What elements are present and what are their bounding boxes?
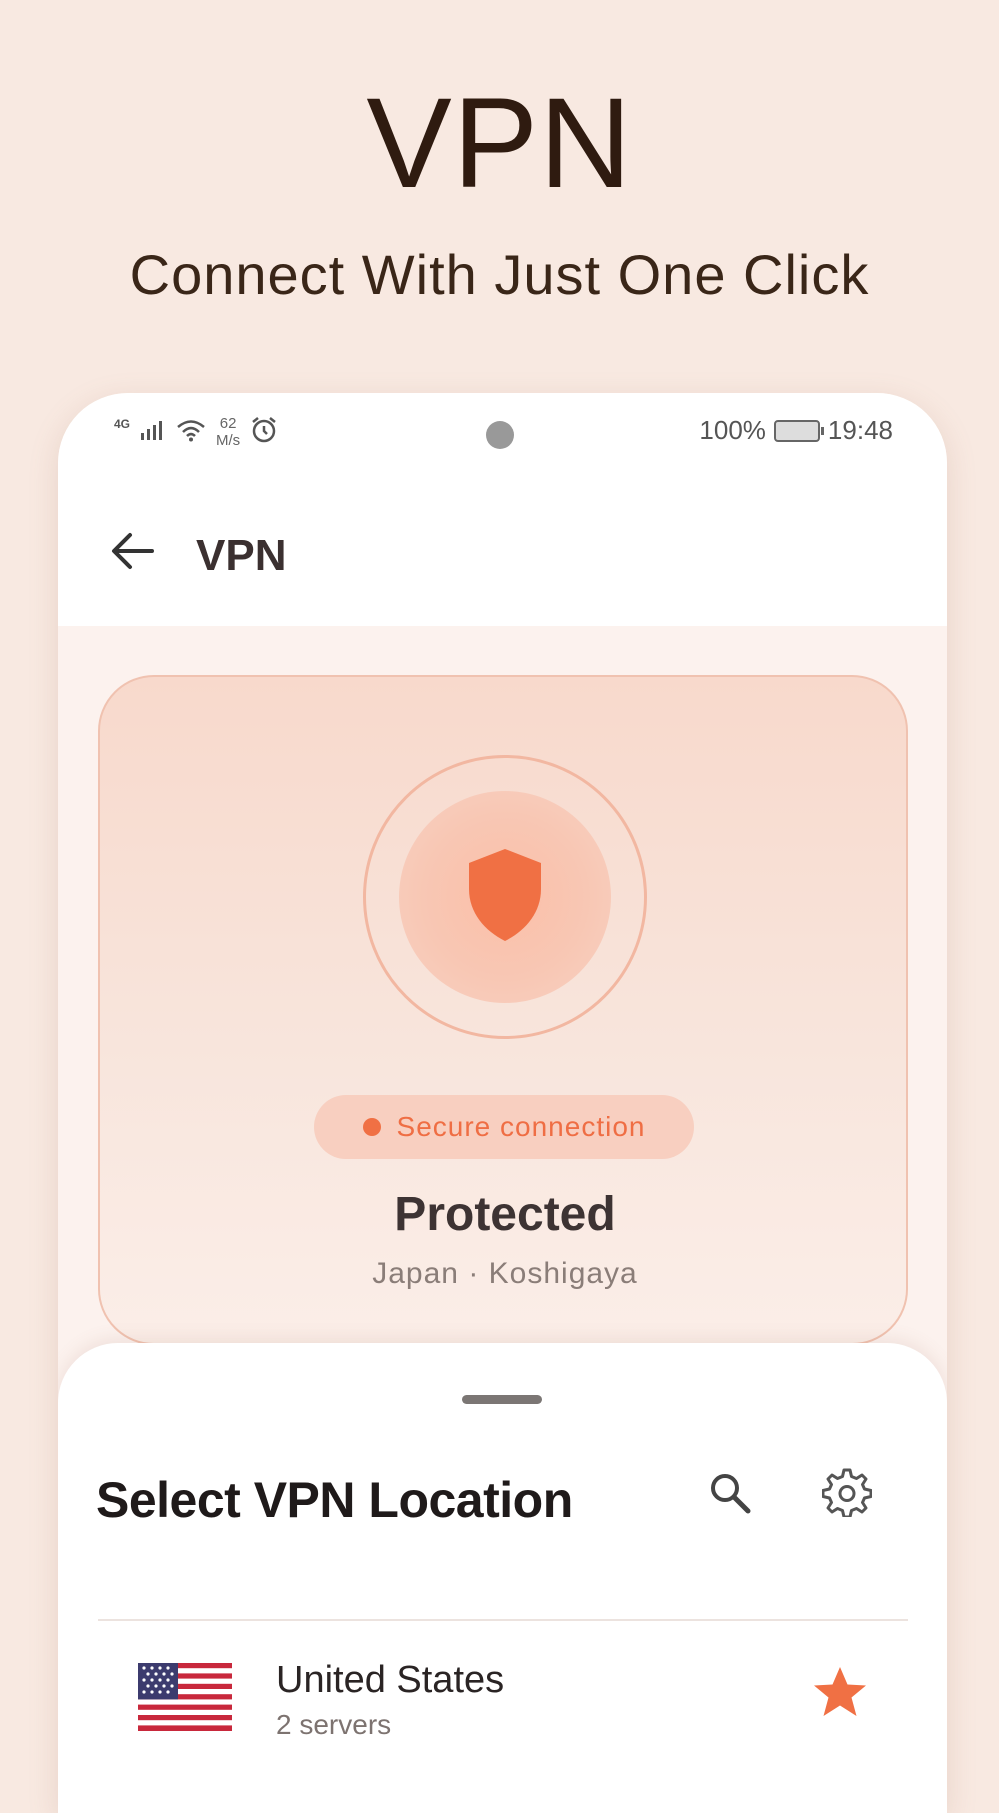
status-dot — [362, 1118, 381, 1136]
divider — [98, 1619, 908, 1621]
battery-icon — [773, 419, 824, 442]
search-button[interactable] — [698, 1463, 762, 1527]
phone-screen: 4G 62 M/s 100% 19:48 VPN Secure connecti… — [58, 393, 947, 1813]
location-server-count: 2 servers — [276, 1709, 392, 1740]
network-type: 4G — [114, 417, 131, 431]
battery-percent: 100% — [699, 415, 766, 445]
location-country: United States — [276, 1659, 505, 1701]
speed-unit: M/s — [216, 432, 241, 449]
shield-icon — [465, 847, 545, 948]
us-flag-icon — [138, 1663, 232, 1731]
hero-subtitle: Connect With Just One Click — [129, 243, 870, 306]
favorite-star-icon[interactable] — [808, 1661, 872, 1725]
back-button[interactable] — [102, 523, 162, 583]
app-title: VPN — [196, 531, 287, 580]
status-left: 4G 62 M/s — [114, 415, 278, 449]
shield-glow — [399, 791, 611, 1003]
secure-connection-label: Secure connection — [396, 1111, 646, 1142]
app-bar: VPN — [58, 483, 947, 626]
arrow-left-icon — [110, 531, 154, 576]
connect-button[interactable] — [363, 755, 647, 1039]
connection-location: Japan · Koshigaya — [372, 1257, 638, 1290]
location-item[interactable]: United States 2 servers — [98, 1643, 908, 1763]
camera-cutout — [486, 421, 514, 449]
connection-status-card: Secure connection Protected Japan · Kosh… — [98, 675, 908, 1345]
settings-button[interactable] — [814, 1461, 880, 1527]
sheet-title: Select VPN Location — [96, 1472, 573, 1528]
status-bar: 4G 62 M/s 100% 19:48 — [58, 393, 947, 483]
signal-icon — [140, 419, 166, 446]
search-icon — [708, 1471, 752, 1520]
sheet-drag-handle[interactable] — [462, 1395, 542, 1404]
clock: 19:48 — [827, 415, 893, 445]
location-sheet: Select VPN Location United States 2 serv… — [58, 1343, 947, 1813]
status-right: 100% 19:48 — [699, 415, 893, 446]
gear-icon — [821, 1467, 873, 1522]
speed-value: 62 — [219, 415, 237, 432]
alarm-icon — [250, 416, 278, 449]
network-speed: 62 M/s — [216, 415, 240, 449]
connection-state: Protected — [394, 1188, 616, 1241]
wifi-icon — [176, 418, 206, 447]
secure-connection-badge: Secure connection — [314, 1095, 694, 1159]
hero-title: VPN — [366, 72, 633, 215]
